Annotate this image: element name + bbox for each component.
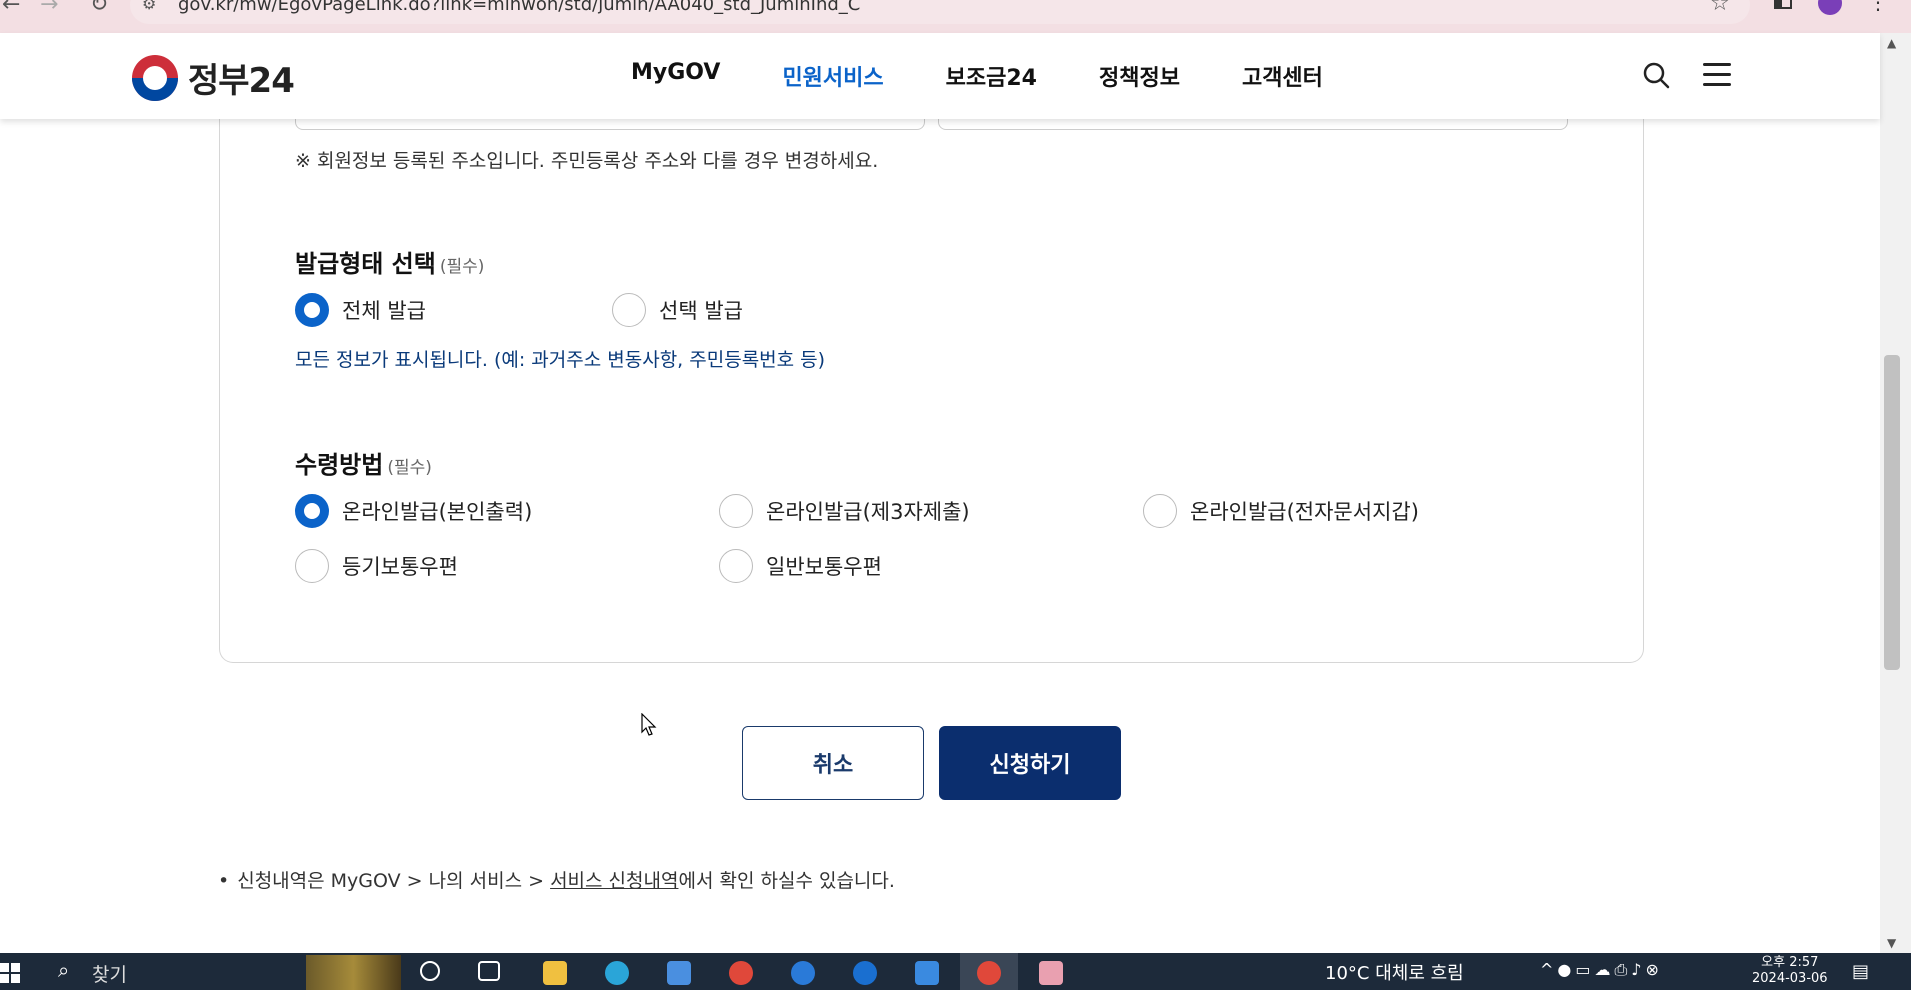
site-info-icon[interactable]: ⚙ xyxy=(142,0,156,13)
required-label: (필수) xyxy=(387,458,432,478)
address-notice: ※ 회원정보 등록된 주소입니다. 주민등록상 주소와 다를 경우 변경하세요. xyxy=(295,150,879,172)
issue-type-help-text: 모든 정보가 표시됩니다. (예: 과거주소 변동사항, 주민등록번호 등) xyxy=(295,349,826,371)
mail-icon[interactable] xyxy=(915,961,939,985)
nav-item-policy[interactable]: 정책정보 xyxy=(1099,60,1180,92)
issue-type-title: 발급형태 선택 (필수) xyxy=(295,250,485,278)
radio-unchecked-icon[interactable] xyxy=(295,549,329,583)
radio-online-third-party[interactable]: 온라인발급(제3자제출) xyxy=(719,494,970,528)
radio-select-issue[interactable]: 선택 발급 xyxy=(612,293,743,327)
cortana-icon[interactable] xyxy=(420,961,440,981)
radio-unchecked-icon[interactable] xyxy=(719,494,753,528)
application-history-note: • 신청내역은 MyGOV > 나의 서비스 > 서비스 신청내역에서 확인 하실… xyxy=(218,870,895,892)
main-nav: MyGOV 민원서비스 보조금24 정책정보 고객센터 xyxy=(631,60,1385,92)
app-icon[interactable] xyxy=(791,961,815,985)
search-highlight-image xyxy=(306,955,401,990)
cancel-button[interactable]: 취소 xyxy=(742,726,924,800)
site-logo[interactable]: 정부24 xyxy=(132,53,295,102)
taskbar-search-icon: ⌕ xyxy=(58,958,70,982)
profile-avatar[interactable] xyxy=(1818,0,1842,15)
bookmark-star-icon[interactable]: ☆ xyxy=(1710,0,1730,16)
internet-explorer-icon[interactable] xyxy=(853,961,877,985)
receive-method-title: 수령방법 (필수) xyxy=(295,451,432,479)
taegeuk-logo-icon xyxy=(132,54,178,101)
required-label: (필수) xyxy=(439,257,485,277)
chrome-profile-icon[interactable] xyxy=(977,961,1001,985)
taskbar-search-box[interactable] xyxy=(44,953,304,990)
mouse-cursor-icon xyxy=(641,713,657,736)
radio-online-self-print[interactable]: 온라인발급(본인출력) xyxy=(295,494,532,528)
taskbar-search-placeholder[interactable]: 찾기 xyxy=(92,960,127,987)
scrollbar-thumb[interactable] xyxy=(1884,355,1900,670)
browser-menu-icon[interactable]: ⋮ xyxy=(1868,0,1888,14)
edge-icon[interactable] xyxy=(605,961,629,985)
scroll-down-arrow-icon[interactable]: ▼ xyxy=(1887,936,1896,950)
nav-item-mygov[interactable]: MyGOV xyxy=(631,60,720,92)
side-panel-icon[interactable] xyxy=(1774,0,1792,9)
radio-online-e-wallet[interactable]: 온라인발급(전자문서지갑) xyxy=(1143,494,1419,528)
windows-start-icon[interactable] xyxy=(0,963,20,983)
scroll-up-arrow-icon[interactable]: ▲ xyxy=(1887,36,1896,50)
radio-registered-mail[interactable]: 등기보통우편 xyxy=(295,549,458,583)
nav-item-customer-center[interactable]: 고객센터 xyxy=(1242,60,1323,92)
radio-checked-icon[interactable] xyxy=(295,293,329,327)
nav-item-subsidy[interactable]: 보조금24 xyxy=(946,60,1037,92)
hamburger-menu-icon[interactable] xyxy=(1703,63,1731,87)
site-header: 정부24 MyGOV 민원서비스 보조금24 정책정보 고객센터 xyxy=(0,33,1880,119)
browser-toolbar: ← → ↻ ⚙ gov.kr/mw/EgovPageLink.do?link=m… xyxy=(0,0,1911,33)
windows-taskbar: ⌕ 찾기 10°C 대체로 흐림 ^●▭☁⎙♪⊗ 오후 2:57 2024-03… xyxy=(0,953,1911,990)
back-icon[interactable]: ← xyxy=(2,0,20,17)
notification-icon[interactable]: ▤ xyxy=(1852,961,1869,982)
search-icon[interactable] xyxy=(1642,61,1670,89)
file-explorer-icon[interactable] xyxy=(543,961,567,985)
task-view-icon[interactable] xyxy=(478,961,500,981)
logo-text: 정부24 xyxy=(188,61,295,101)
radio-unchecked-icon[interactable] xyxy=(719,549,753,583)
submit-button[interactable]: 신청하기 xyxy=(939,726,1121,800)
chrome-icon[interactable] xyxy=(729,961,753,985)
taskbar-clock[interactable]: 오후 2:57 2024-03-06 xyxy=(1752,955,1828,987)
radio-regular-mail[interactable]: 일반보통우편 xyxy=(719,549,882,583)
url-text[interactable]: gov.kr/mw/EgovPageLink.do?link=minwon/st… xyxy=(178,0,860,15)
nav-item-civil-service[interactable]: 민원서비스 xyxy=(782,60,883,92)
system-tray-icons[interactable]: ^●▭☁⎙♪⊗ xyxy=(1540,960,1663,980)
snipping-tool-icon[interactable] xyxy=(1039,961,1063,985)
store-icon[interactable] xyxy=(667,961,691,985)
service-history-link[interactable]: 서비스 신청내역 xyxy=(550,870,678,892)
weather-widget[interactable]: 10°C 대체로 흐림 xyxy=(1325,959,1464,985)
radio-unchecked-icon[interactable] xyxy=(1143,494,1177,528)
radio-unchecked-icon[interactable] xyxy=(612,293,646,327)
forward-icon[interactable]: → xyxy=(40,0,58,17)
reload-icon[interactable]: ↻ xyxy=(90,0,108,17)
radio-checked-icon[interactable] xyxy=(295,494,329,528)
radio-full-issue[interactable]: 전체 발급 xyxy=(295,293,426,327)
